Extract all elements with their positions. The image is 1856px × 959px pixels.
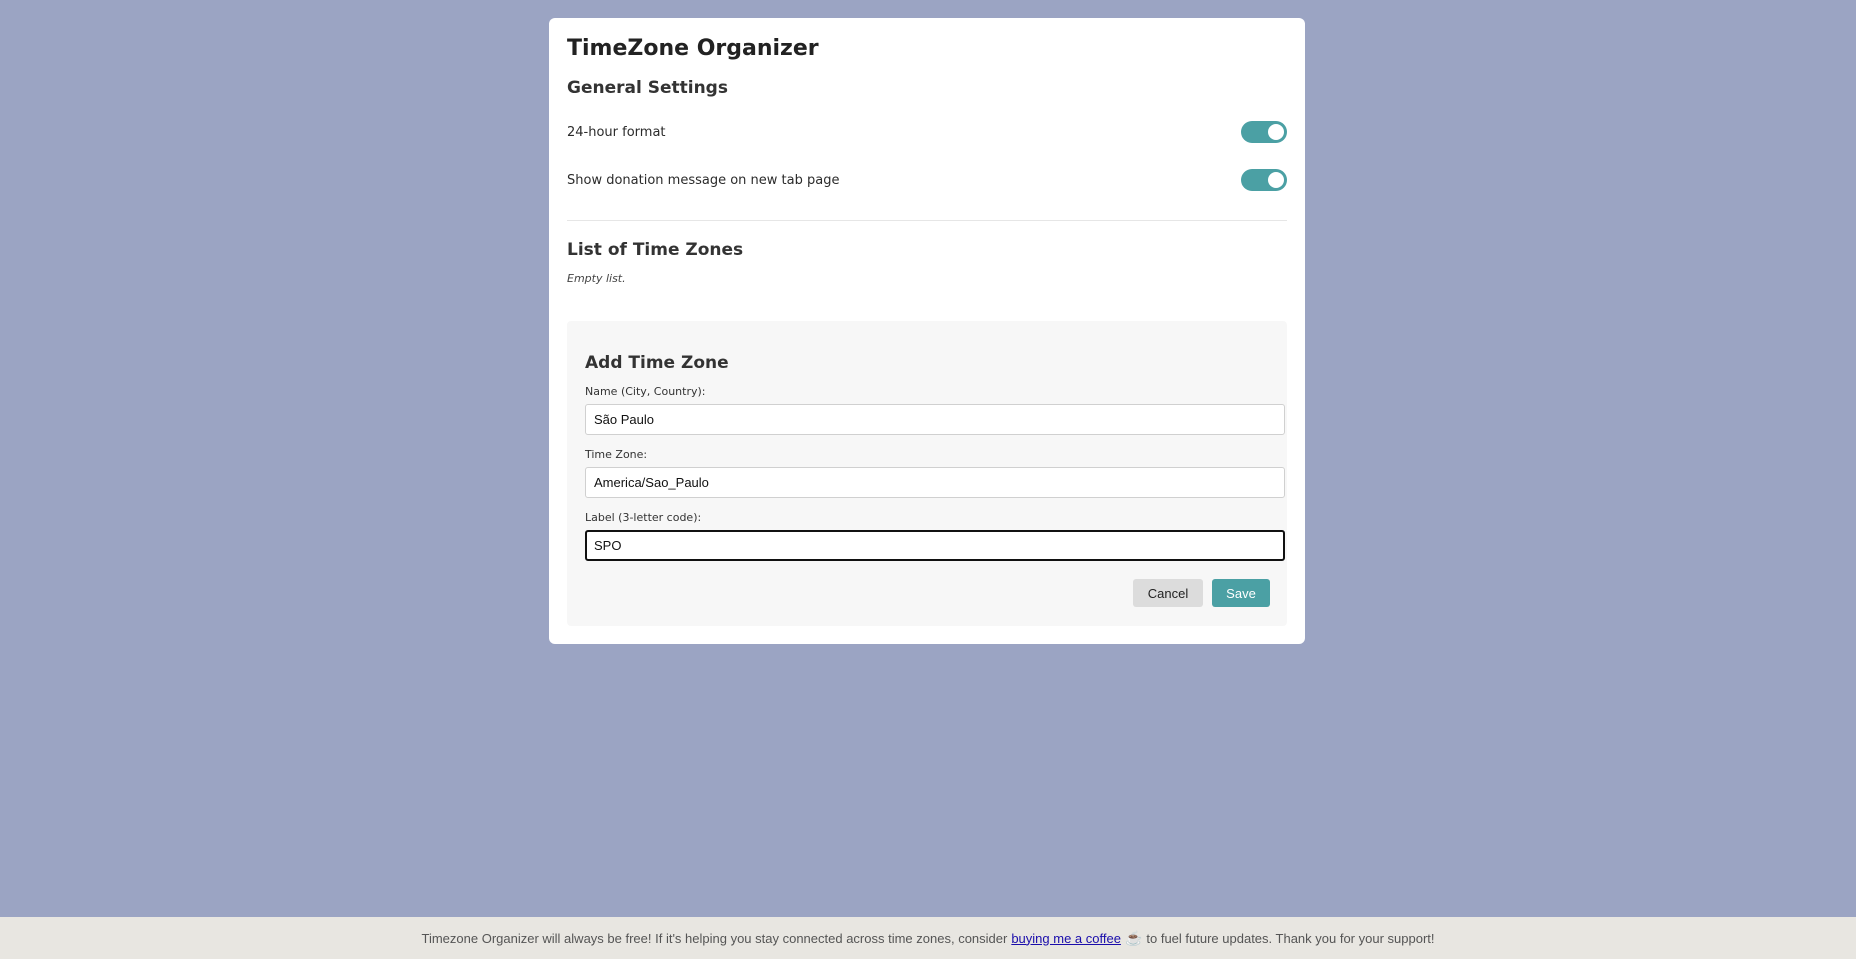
add-time-zone-panel: Add Time Zone Name (City, Country): São … [567,321,1287,626]
toggle-knob [1268,124,1284,140]
settings-card: TimeZone Organizer General Settings 24-h… [549,18,1305,644]
time-zone-list-title: List of Time Zones [567,240,744,260]
buy-coffee-link[interactable]: buying me a coffee [1011,931,1121,946]
coffee-icon: ☕ [1124,929,1143,946]
name-field[interactable]: São Paulo [585,404,1285,435]
name-field-label: Name (City, Country): [585,385,706,398]
setting-label: Show donation message on new tab page [567,172,840,188]
toggle-knob [1268,172,1284,188]
footer-text-after: to fuel future updates. Thank you for yo… [1146,930,1435,946]
setting-donation-message: Show donation message on new tab page [567,168,1287,192]
time-zone-field[interactable]: America/Sao_Paulo [585,467,1285,498]
footer-text-before: Timezone Organizer will always be free! … [421,930,1008,946]
save-button[interactable]: Save [1212,579,1270,607]
add-time-zone-title: Add Time Zone [585,353,729,373]
app-title: TimeZone Organizer [567,36,819,61]
general-settings-title: General Settings [567,78,728,98]
section-divider [567,220,1287,221]
donation-footer: Timezone Organizer will always be free! … [0,917,1856,959]
empty-list-note: Empty list. [567,272,626,285]
donation-message-toggle[interactable] [1241,169,1287,191]
cancel-button[interactable]: Cancel [1133,579,1203,607]
24-hour-format-toggle[interactable] [1241,121,1287,143]
label-code-field[interactable]: SPO [585,530,1285,561]
time-zone-field-label: Time Zone: [585,448,648,461]
label-code-field-label: Label (3-letter code): [585,511,702,524]
setting-label: 24-hour format [567,124,666,140]
setting-24-hour-format: 24-hour format [567,120,1287,144]
